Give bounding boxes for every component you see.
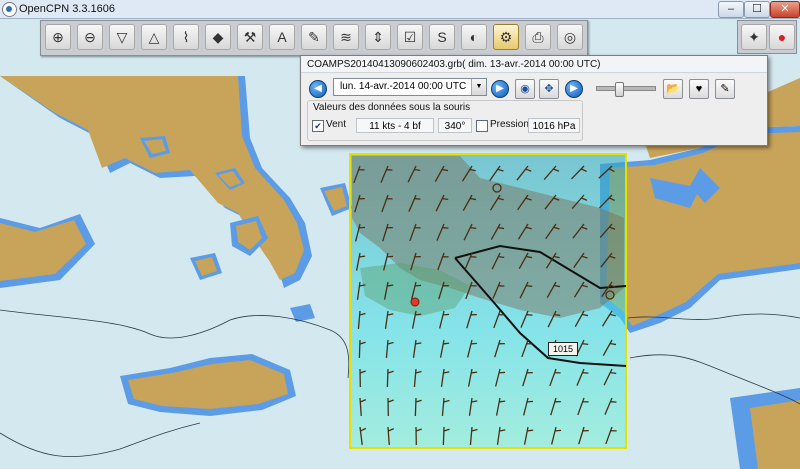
track-button[interactable]: S [429,24,455,50]
compass-button[interactable]: ✦ [741,24,767,50]
wind-barb-feather [499,400,506,403]
wind-barb [442,426,445,446]
mark-icon: ◆ [212,29,224,45]
window-titlebar[interactable]: OpenCPN 3.3.1606 – ☐ ✕ [0,0,800,19]
grib-file-title: COAMPS20140413090602403.grb( dim. 13-avr… [301,56,767,73]
main-toolbar: ⊕ ⊖ ▽ △ ⌇ ◆ ⚒ A ✎ ≋ ⇕ ☑ S ◐ ⚙ ⎙ ◎ [40,20,588,56]
route-button[interactable]: ⌇ [173,24,199,50]
wind-barb-feather [359,255,366,258]
scale-down-icon: ▽ [116,29,128,45]
tide-icon: ⇕ [372,29,384,45]
date-select-value: lun. 14-avr.-2014 00:00 UTC [340,81,467,92]
status-toolbar: ✦ ● [737,20,797,54]
grib-dialog[interactable]: COAMPS20140413090602403.grb( dim. 13-avr… [300,55,768,146]
wind-barb-feather [554,313,561,316]
wind-speed-value: 11 kts - 4 bf [356,118,434,133]
app-icon [2,2,17,17]
print-icon: ⎙ [532,29,544,45]
pressure-label: Pression [490,119,529,130]
minimize-button[interactable]: – [718,1,744,18]
print-button[interactable]: ⎙ [525,24,551,50]
wind-barb-feather [610,371,617,374]
wind-barb-feather [526,284,533,287]
zoom-in-icon: ⊕ [52,29,64,45]
measure-button[interactable]: ✎ [301,24,327,50]
wind-barb-feather [442,197,449,200]
wind-barb-feather [526,400,534,403]
wind-barb-feather [498,371,506,374]
color-scheme-button[interactable]: ◐ [461,24,487,50]
route-icon: ⌇ [182,29,190,45]
date-select[interactable]: lun. 14-avr.-2014 00:00 UTC ▼ [333,78,487,96]
zoom-in-button[interactable]: ⊕ [45,24,71,50]
values-group: Valeurs des données sous la souris ✔ Ven… [307,100,583,141]
help-button[interactable]: ◎ [557,24,583,50]
wind-barb-feather [470,226,477,229]
isobar-value-label: 1015 [548,342,578,356]
text-icon: A [277,29,287,45]
pressure-value: 1016 hPa [528,118,580,133]
wind-barb-feather [442,313,450,316]
current-icon: ≋ [340,29,352,45]
scale-down-button[interactable]: ▽ [109,24,135,50]
wind-barb-feather [414,284,422,287]
next-time-button[interactable]: ▶ [491,80,509,98]
current-button[interactable]: ≋ [333,24,359,50]
grib-overlay [349,153,627,449]
wind-barb-feather [415,313,422,316]
help-icon: ◎ [563,29,577,45]
gps-status-button[interactable]: ● [769,24,795,50]
wind-barb-feather [470,342,478,345]
wind-barb-feather [498,255,505,258]
text-button[interactable]: A [269,24,295,50]
wind-barb-feather [358,226,366,229]
play-button[interactable]: ▶ [565,80,583,98]
grib-button[interactable]: ⚙ [493,24,519,50]
open-file-icon[interactable]: 📂 [663,79,683,99]
wind-barb-feather [471,371,478,374]
wind-barb [358,339,361,359]
wind-barb-feather [443,342,450,345]
window-title: OpenCPN 3.3.1606 [19,3,116,15]
wind-barb-feather [582,342,589,345]
gps-status-icon: ● [777,29,787,45]
zoom-out-button[interactable]: ⊖ [77,24,103,50]
prev-time-button[interactable]: ◀ [309,80,327,98]
color-scheme-icon: ◐ [469,29,479,45]
scale-up-button[interactable]: △ [141,24,167,50]
request-icon[interactable]: ✎ [715,79,735,99]
track-icon: S [437,29,447,45]
zoom-to-center-button[interactable]: ✥ [539,79,559,99]
route-manager-button[interactable]: ☑ [397,24,423,50]
wind-barb [414,397,417,417]
wind-checkbox[interactable]: ✔ [312,120,324,132]
time-slider[interactable] [596,82,656,97]
wind-barb [386,368,389,388]
pressure-checkbox[interactable] [476,120,488,132]
wind-label: Vent [326,119,347,130]
grib-icon: ⚙ [499,29,513,45]
maximize-button[interactable]: ☐ [744,1,770,18]
settings-icon: ⚒ [243,29,257,45]
settings-icon[interactable]: ♥ [689,79,709,99]
chevron-down-icon[interactable]: ▼ [471,79,486,95]
measure-icon: ✎ [308,29,320,45]
now-button[interactable]: ◉ [515,79,535,99]
wind-barb-feather [414,168,421,171]
wind-barb-feather [554,429,562,432]
wind-barb-feather [386,255,394,258]
zoom-out-icon: ⊖ [84,29,96,45]
mark-button[interactable]: ◆ [205,24,231,50]
scale-up-icon: △ [148,29,160,45]
route-manager-icon: ☑ [403,29,417,45]
wind-barb-feather [387,284,394,287]
slider-thumb[interactable] [615,82,625,97]
values-caption: Valeurs des données sous la souris [313,102,471,113]
tide-button[interactable]: ⇕ [365,24,391,50]
settings-button[interactable]: ⚒ [237,24,263,50]
wind-barb-feather [527,429,534,432]
close-button[interactable]: ✕ [770,1,800,18]
compass-icon: ✦ [748,29,760,45]
wind-direction-value: 340° [438,118,472,133]
